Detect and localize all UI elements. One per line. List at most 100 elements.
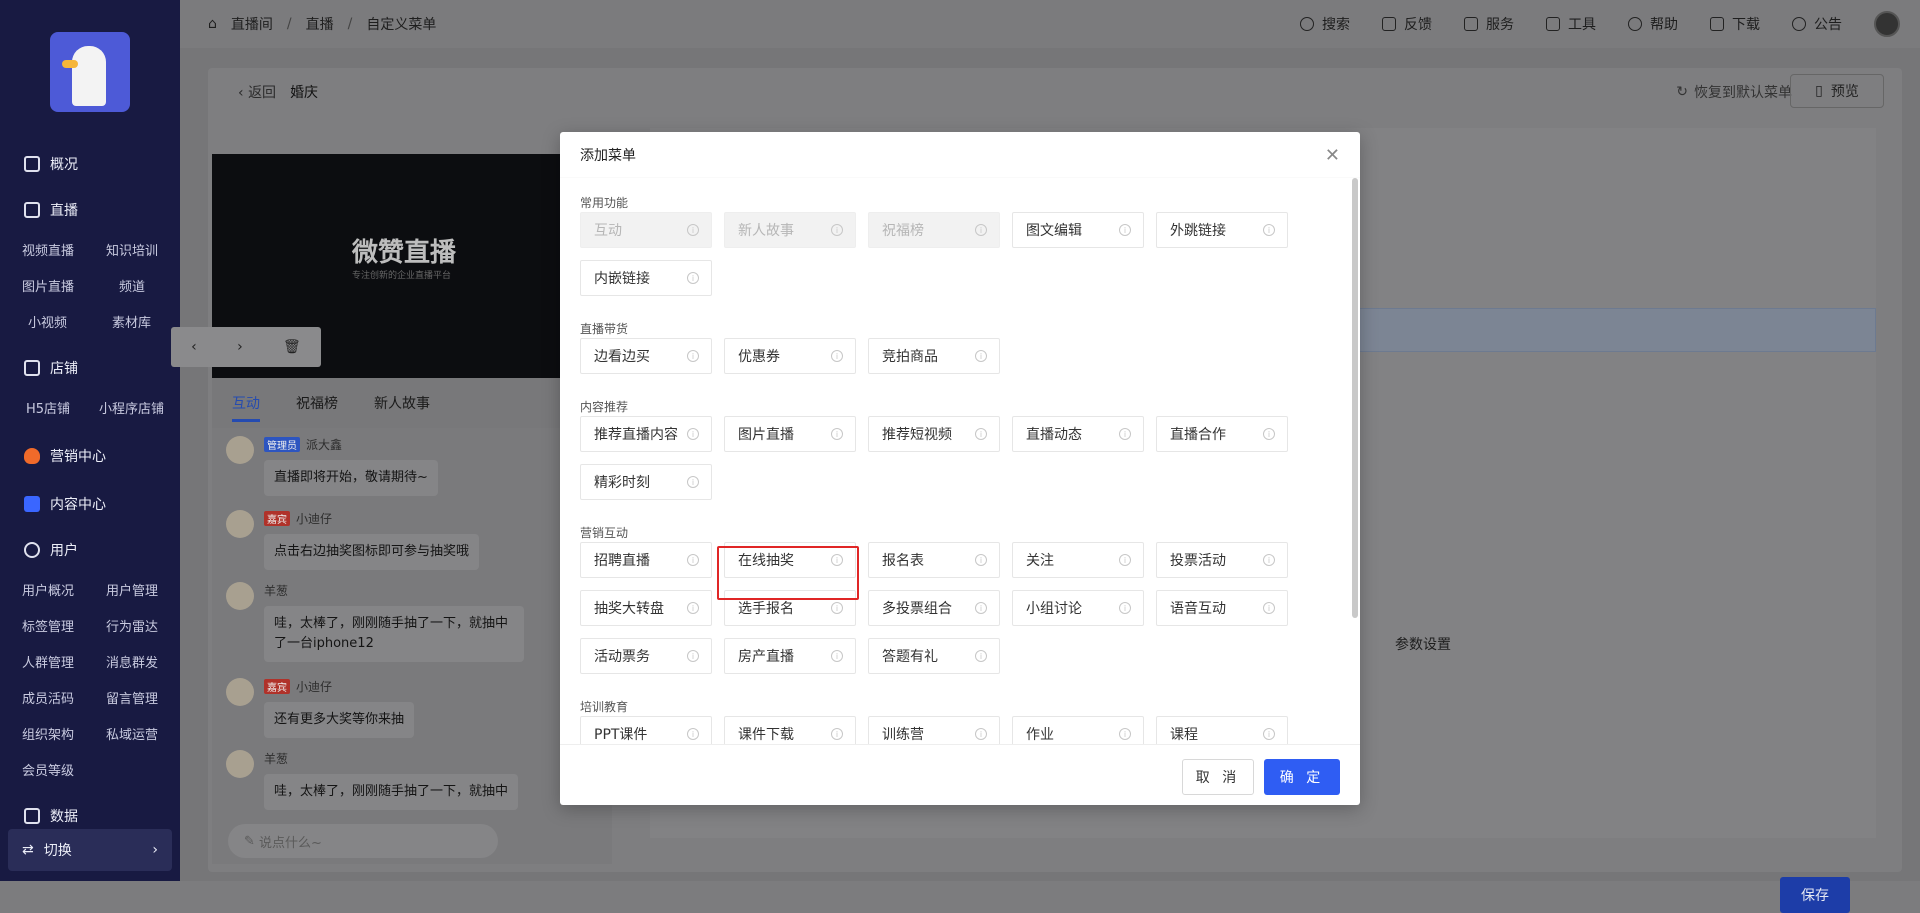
nav-user-manage[interactable]: 用户管理 — [106, 580, 158, 599]
chevron-right-icon[interactable]: › — [237, 339, 243, 355]
tab-interaction[interactable]: 互动 — [232, 393, 260, 422]
info-icon[interactable]: i — [687, 554, 699, 566]
menu-option[interactable]: 房产直播 i — [724, 638, 856, 674]
menu-option[interactable]: 推荐直播内容 i — [580, 416, 712, 452]
switch-button[interactable]: ⇄ 切换 › — [8, 829, 172, 871]
info-icon[interactable]: i — [1263, 428, 1275, 440]
menu-option[interactable]: 作业 i — [1012, 716, 1144, 744]
info-icon[interactable]: i — [687, 350, 699, 362]
menu-option[interactable]: 课程 i — [1156, 716, 1288, 744]
info-icon[interactable]: i — [975, 350, 987, 362]
nav-mass-message[interactable]: 消息群发 — [106, 652, 158, 671]
tab-couple-story[interactable]: 新人故事 — [374, 393, 430, 413]
nav-overview[interactable]: 概况 — [24, 154, 78, 174]
nav-video-live[interactable]: 视频直播 — [22, 240, 74, 259]
menu-option[interactable]: 投票活动 i — [1156, 542, 1288, 578]
info-icon[interactable]: i — [1119, 428, 1131, 440]
menu-option[interactable]: 答题有礼 i — [868, 638, 1000, 674]
tools-button[interactable]: 工具 — [1546, 14, 1596, 34]
nav-comment-manage[interactable]: 留言管理 — [106, 688, 158, 707]
info-icon[interactable]: i — [975, 428, 987, 440]
menu-option[interactable]: 推荐短视频 i — [868, 416, 1000, 452]
info-icon[interactable]: i — [975, 554, 987, 566]
menu-option[interactable]: 边看边买 i — [580, 338, 712, 374]
close-icon[interactable]: ✕ — [1325, 145, 1340, 166]
cancel-button[interactable]: 取 消 — [1182, 759, 1254, 795]
menu-option[interactable]: PPT课件 i — [580, 716, 712, 744]
info-icon[interactable]: i — [687, 224, 699, 236]
nav-user[interactable]: 用户 — [24, 540, 78, 560]
info-icon[interactable]: i — [975, 650, 987, 662]
menu-option[interactable]: 内嵌链接 i — [580, 260, 712, 296]
info-icon[interactable]: i — [1119, 602, 1131, 614]
menu-option[interactable]: 图片直播 i — [724, 416, 856, 452]
nav-data[interactable]: 数据 — [24, 806, 78, 826]
breadcrumb-live-room[interactable]: 直播间 — [231, 14, 273, 34]
info-icon[interactable]: i — [831, 728, 843, 740]
nav-crowd-manage[interactable]: 人群管理 — [22, 652, 74, 671]
info-icon[interactable]: i — [831, 554, 843, 566]
info-icon[interactable]: i — [831, 428, 843, 440]
nav-member-level[interactable]: 会员等级 — [22, 760, 74, 779]
nav-miniapp-shop[interactable]: 小程序店铺 — [99, 398, 164, 417]
info-icon[interactable]: i — [831, 350, 843, 362]
menu-option[interactable]: 在线抽奖 i — [724, 542, 856, 578]
info-icon[interactable]: i — [687, 476, 699, 488]
info-icon[interactable]: i — [831, 650, 843, 662]
info-icon[interactable]: i — [1263, 602, 1275, 614]
info-icon[interactable]: i — [1119, 554, 1131, 566]
menu-option[interactable]: 直播合作 i — [1156, 416, 1288, 452]
tab-blessing[interactable]: 祝福榜 — [296, 393, 338, 413]
menu-option[interactable]: 训练营 i — [868, 716, 1000, 744]
info-icon[interactable]: i — [831, 602, 843, 614]
help-button[interactable]: 帮助 — [1628, 14, 1678, 34]
nav-h5-shop[interactable]: H5店铺 — [26, 398, 70, 417]
info-icon[interactable]: i — [1263, 554, 1275, 566]
nav-knowledge-training[interactable]: 知识培训 — [106, 240, 158, 259]
nav-channel[interactable]: 频道 — [119, 276, 145, 295]
info-icon[interactable]: i — [975, 728, 987, 740]
menu-option[interactable]: 活动票务 i — [580, 638, 712, 674]
nav-private-ops[interactable]: 私域运营 — [106, 724, 158, 743]
info-icon[interactable]: i — [687, 728, 699, 740]
nav-tag-manage[interactable]: 标签管理 — [22, 616, 74, 635]
nav-short-video[interactable]: 小视频 — [28, 312, 67, 331]
info-icon[interactable]: i — [1263, 728, 1275, 740]
nav-materials[interactable]: 素材库 — [112, 312, 151, 331]
trash-icon[interactable]: 🗑 — [283, 339, 301, 355]
info-icon[interactable]: i — [1119, 224, 1131, 236]
info-icon[interactable]: i — [687, 428, 699, 440]
dialog-scrollbar[interactable] — [1352, 178, 1358, 744]
download-button[interactable]: 下载 — [1710, 14, 1760, 34]
nav-member-code[interactable]: 成员活码 — [22, 688, 74, 707]
nav-org-structure[interactable]: 组织架构 — [22, 724, 74, 743]
info-icon[interactable]: i — [687, 272, 699, 284]
nav-marketing[interactable]: 营销中心 — [24, 446, 106, 466]
breadcrumb-live[interactable]: 直播 — [306, 14, 334, 34]
info-icon[interactable]: i — [687, 650, 699, 662]
info-icon[interactable]: i — [687, 602, 699, 614]
nav-user-overview[interactable]: 用户概况 — [22, 580, 74, 599]
nav-content[interactable]: 内容中心 — [24, 494, 106, 514]
save-button[interactable]: 保存 — [1780, 877, 1850, 913]
info-icon[interactable]: i — [975, 224, 987, 236]
preview-button[interactable]: ▯ 预览 — [1790, 74, 1884, 108]
confirm-button[interactable]: 确 定 — [1264, 759, 1340, 795]
menu-option[interactable]: 选手报名 i — [724, 590, 856, 626]
menu-option[interactable]: 优惠券 i — [724, 338, 856, 374]
menu-option[interactable]: 竞拍商品 i — [868, 338, 1000, 374]
menu-option[interactable]: 外跳链接 i — [1156, 212, 1288, 248]
menu-option[interactable]: 图文编辑 i — [1012, 212, 1144, 248]
menu-option[interactable]: 精彩时刻 i — [580, 464, 712, 500]
menu-option[interactable]: 语音互动 i — [1156, 590, 1288, 626]
search-button[interactable]: 搜索 — [1300, 14, 1350, 34]
menu-option[interactable]: 抽奖大转盘 i — [580, 590, 712, 626]
nav-behavior-radar[interactable]: 行为雷达 — [106, 616, 158, 635]
restore-default-button[interactable]: ↻ 恢复到默认菜单 — [1676, 82, 1792, 102]
notice-button[interactable]: 公告 — [1792, 14, 1842, 34]
menu-option[interactable]: 小组讨论 i — [1012, 590, 1144, 626]
chat-input[interactable]: ✎ 说点什么~ — [228, 824, 498, 858]
info-icon[interactable]: i — [1263, 224, 1275, 236]
menu-option[interactable]: 直播动态 i — [1012, 416, 1144, 452]
menu-option[interactable]: 多投票组合 i — [868, 590, 1000, 626]
